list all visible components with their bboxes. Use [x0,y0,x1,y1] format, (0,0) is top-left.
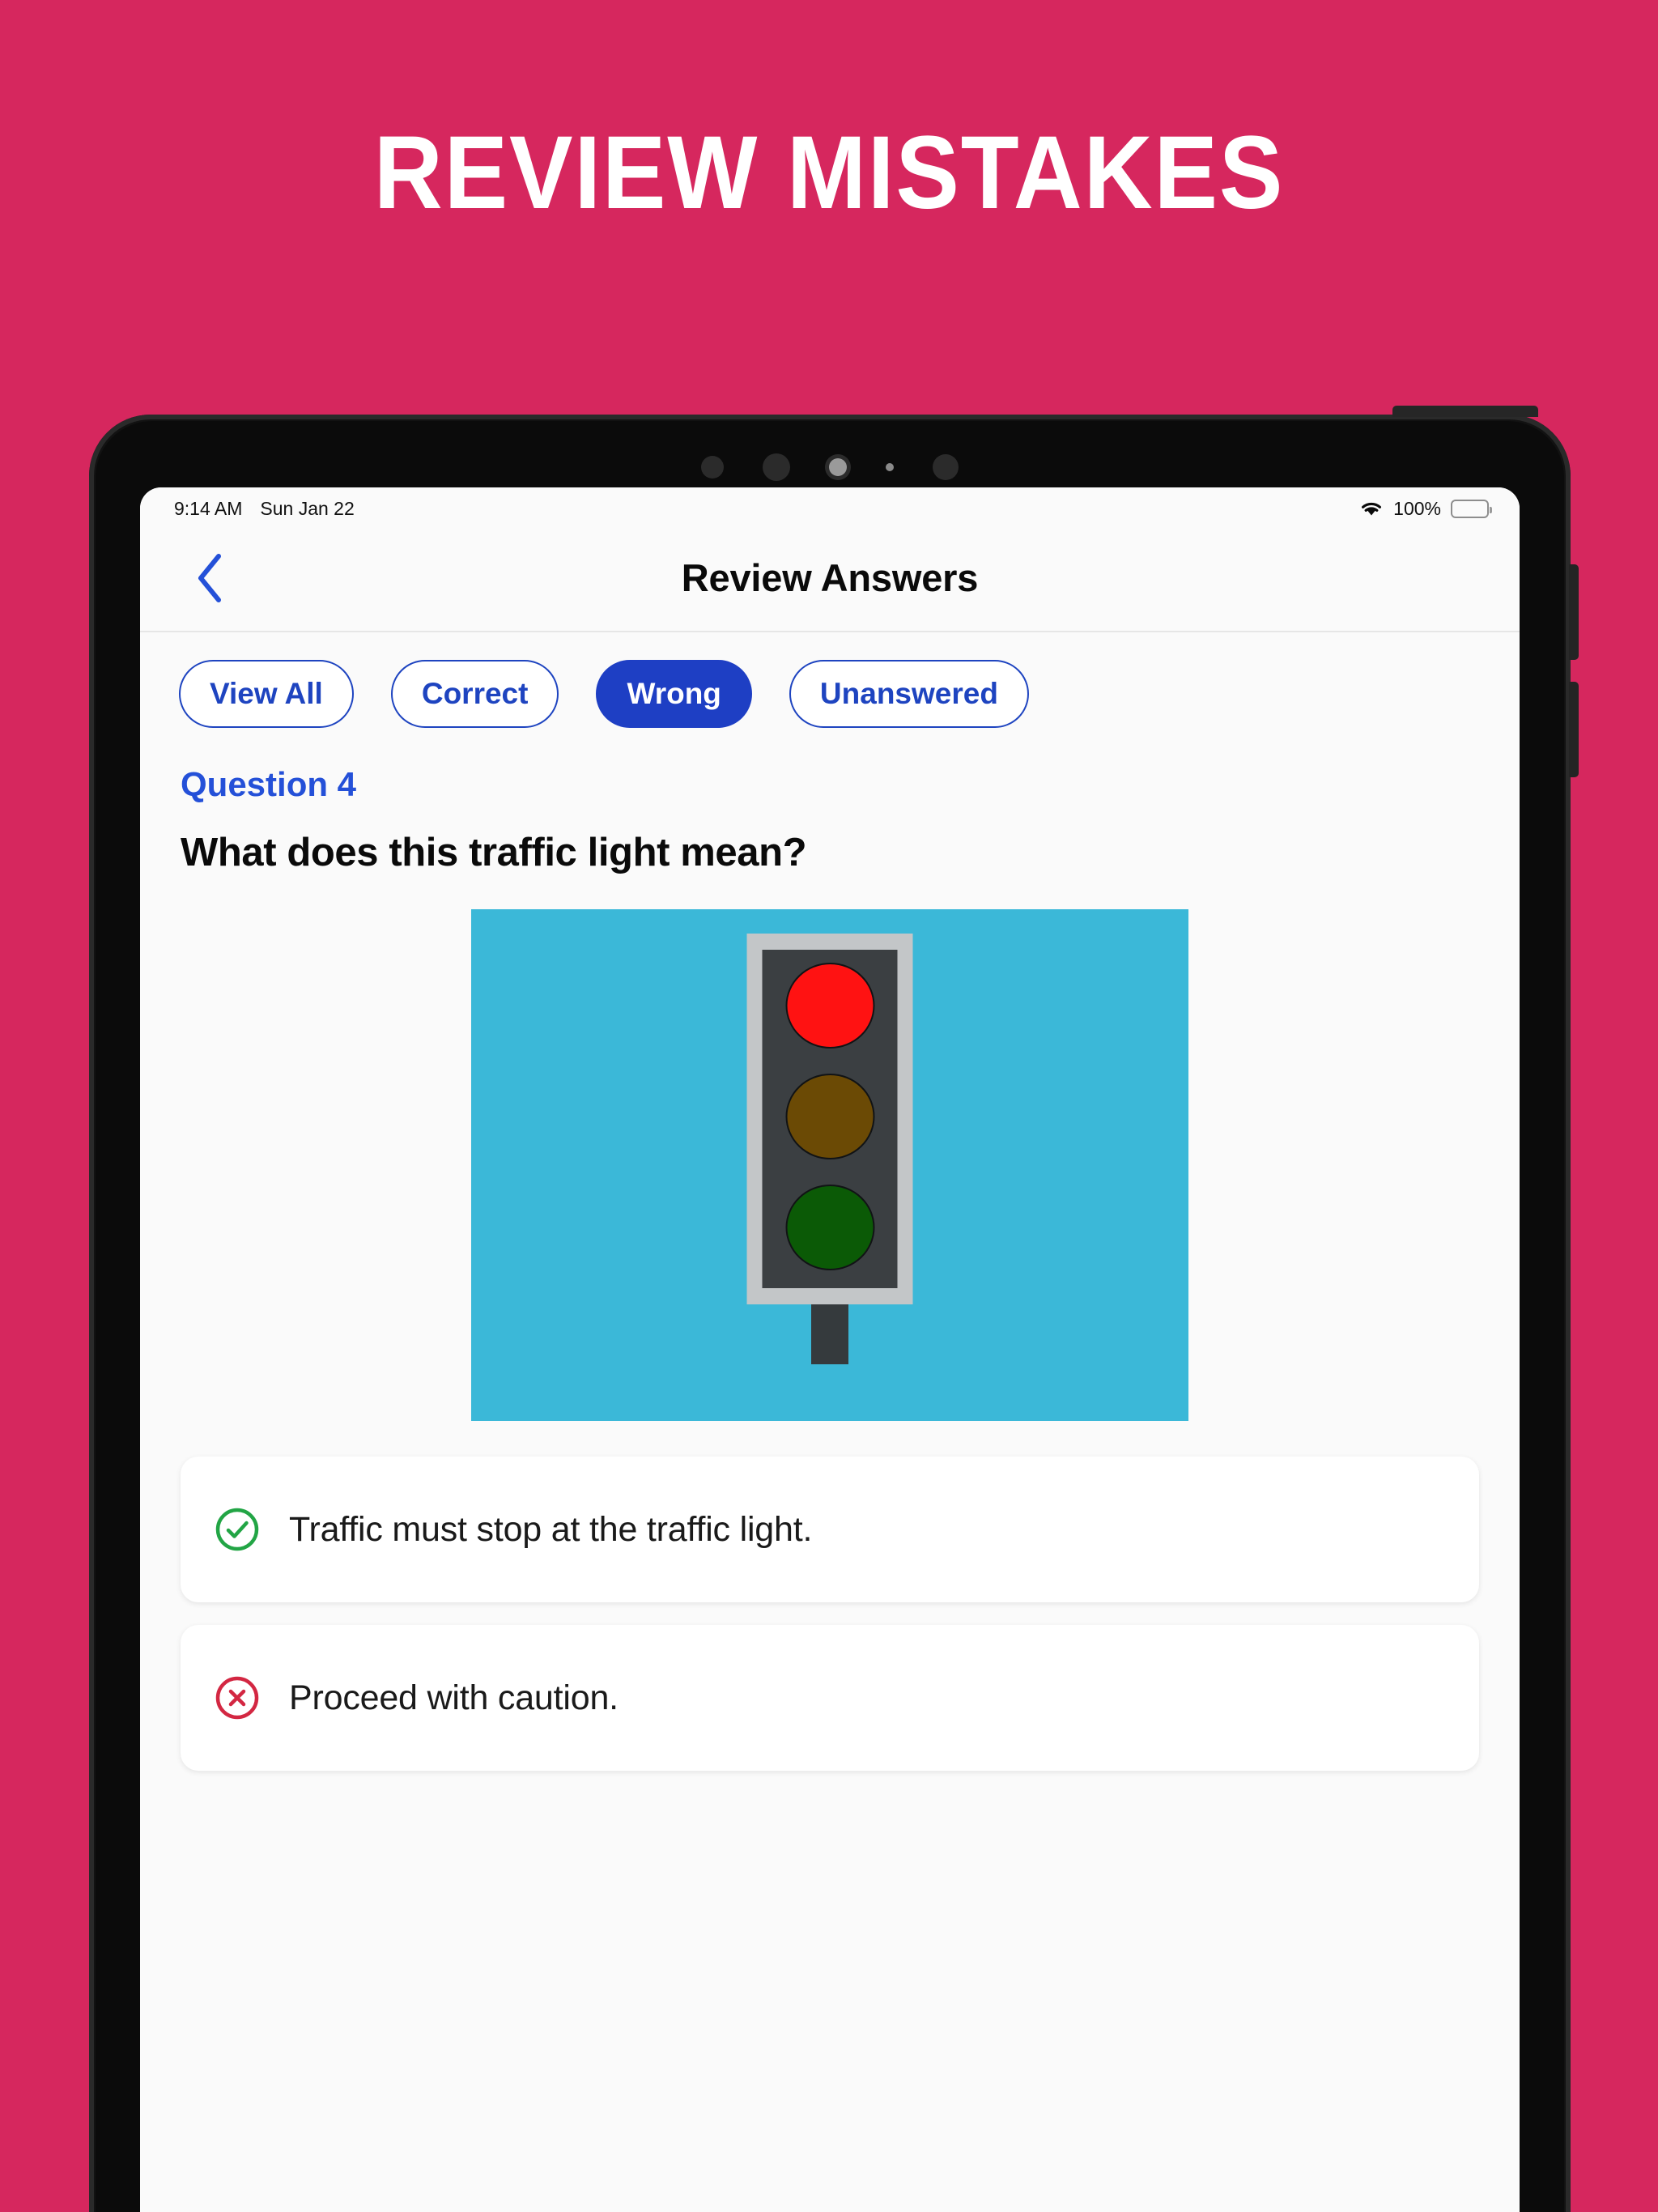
amber-lamp [785,1074,874,1159]
battery-full-icon [1451,499,1492,518]
status-bar-right: 100% [1359,497,1492,520]
tablet-device: 9:14 AM Sun Jan 22 100% Review Answers V… [89,406,1579,2212]
tab-view-all[interactable]: View All [179,660,354,728]
x-circle-icon [215,1676,259,1720]
tab-wrong[interactable]: Wrong [596,660,752,728]
question-image-wrap [140,875,1520,1421]
question-prompt: What does this traffic light mean? [140,804,1520,875]
green-lamp [785,1185,874,1270]
check-circle-icon [215,1508,259,1551]
answer-list: Traffic must stop at the traffic light. … [140,1421,1520,1771]
page-title: Review Answers [681,556,979,599]
question-number-label: Question 4 [140,728,1520,804]
status-bar: 9:14 AM Sun Jan 22 100% [140,487,1520,525]
answer-option-text: Proceed with caution. [289,1678,619,1717]
tab-unanswered[interactable]: Unanswered [789,660,1029,728]
battery-percent-label: 100% [1393,497,1441,519]
chevron-left-icon [198,553,221,602]
volume-down-button[interactable] [1569,682,1579,777]
status-time: 9:14 AM [174,497,243,519]
answer-option-text: Traffic must stop at the traffic light. [289,1509,813,1549]
volume-up-button[interactable] [1569,564,1579,660]
power-button[interactable] [1392,406,1538,417]
promo-headline: REVIEW MISTAKES [373,115,1285,231]
status-bar-left: 9:14 AM Sun Jan 22 [174,498,355,520]
traffic-light-panel [762,950,898,1288]
wifi-icon [1362,502,1382,515]
filter-tabs: View All Correct Wrong Unanswered [140,632,1520,728]
tab-correct[interactable]: Correct [390,660,559,728]
traffic-light-illustration [471,909,1188,1421]
answer-option-wrong[interactable]: Proceed with caution. [181,1625,1479,1771]
traffic-light-housing [746,934,913,1304]
status-date: Sun Jan 22 [260,497,355,519]
nav-header: Review Answers [140,525,1520,632]
red-lamp [785,963,874,1049]
device-screen: 9:14 AM Sun Jan 22 100% Review Answers V… [140,487,1520,2212]
answer-option-correct[interactable]: Traffic must stop at the traffic light. [181,1457,1479,1602]
back-button[interactable] [181,543,239,613]
